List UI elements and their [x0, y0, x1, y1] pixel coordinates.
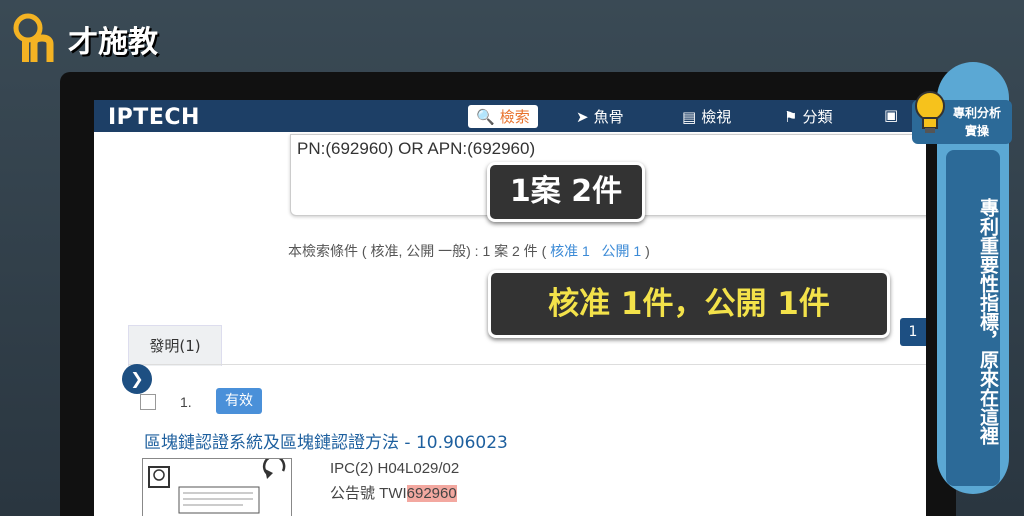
page-number-button[interactable]: 1	[900, 318, 926, 346]
side-vertical-text: 專利重要性指標，原來在這裡	[977, 197, 999, 445]
nav-classify[interactable]: ⚑ 分類	[784, 106, 832, 127]
pub-highlight: 692960	[406, 485, 457, 502]
condition-close: )	[645, 243, 650, 259]
brand-mark-icon	[13, 13, 54, 62]
result-title-link[interactable]: 區塊鏈認證系統及區塊鏈認證方法 - 10.906023	[144, 428, 508, 453]
publication-number: 公告號 TWI692960	[330, 482, 457, 503]
detail-callout: 核准 1件，公開 1件	[488, 270, 890, 338]
top-navbar: IPTECH 🔍 檢索 ➤ 魚骨 ▤ 檢視 ⚑ 分類 ▣	[94, 100, 926, 132]
status-badge: 有效	[216, 388, 262, 414]
thumbnail-drawing	[148, 455, 286, 514]
nav-view[interactable]: ▤ 檢視	[682, 106, 731, 127]
nav-search[interactable]: 🔍 檢索	[468, 105, 538, 128]
result-list: ❯ 1. 有效 區塊鏈認證系統及區塊鏈認證方法 - 10.906023 IPC(…	[122, 364, 926, 516]
chart-icon: ▣	[884, 106, 899, 124]
nav-fishbone-label: 魚骨	[593, 108, 624, 126]
list-view-icon: ▤	[682, 107, 697, 126]
approved-link[interactable]: 核准 1	[550, 243, 590, 259]
search-condition: 本檢索條件 ( 核准, 公開 一般) : 1 案 2 件 ( 核准 1 公開 1…	[288, 241, 650, 261]
lightbulb-icon	[915, 91, 945, 133]
ipc-classification: IPC(2) H04L029/02	[330, 460, 460, 477]
tab-invention[interactable]: 發明(1)	[128, 325, 222, 366]
query-text: PN:(692960) OR APN:(692960)	[297, 139, 536, 158]
brand-logo: 才施教	[10, 12, 158, 66]
brand-text: 才施教	[68, 25, 158, 60]
summary-callout: 1案 2件	[487, 162, 645, 222]
condition-text: 本檢索條件 ( 核准, 公開 一般) : 1 案 2 件 (	[288, 243, 547, 259]
result-checkbox[interactable]	[140, 394, 156, 410]
fishbone-icon: ➤	[576, 107, 589, 126]
result-number: 1.	[180, 394, 192, 410]
search-icon: 🔍	[476, 107, 495, 126]
nav-search-label: 檢索	[499, 108, 530, 126]
nav-fishbone[interactable]: ➤ 魚骨	[576, 106, 624, 127]
patent-thumbnail[interactable]	[142, 455, 292, 516]
nav-chart[interactable]: ▣	[884, 106, 898, 124]
nav-classify-label: 分類	[802, 108, 833, 126]
nav-view-label: 檢視	[701, 108, 732, 126]
iptech-logo[interactable]: IPTECH	[108, 105, 200, 130]
published-link[interactable]: 公開 1	[601, 243, 641, 259]
chevron-right-icon: ❯	[130, 369, 144, 388]
pub-prefix: 公告號 TWI	[330, 485, 407, 502]
tab-divider	[128, 364, 926, 365]
expand-panel-button[interactable]: ❯	[122, 364, 152, 394]
classify-icon: ⚑	[784, 107, 798, 126]
